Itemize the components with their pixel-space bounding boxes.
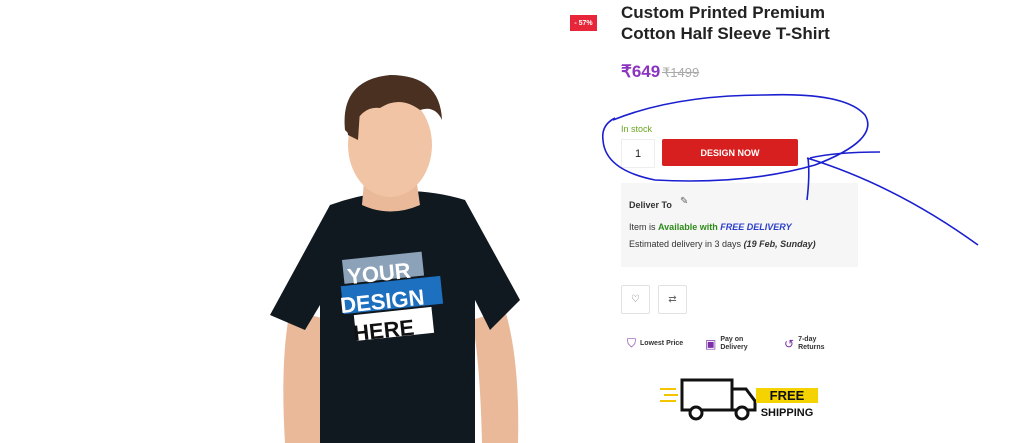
feature-label: Lowest Price	[640, 339, 684, 347]
heart-icon: ♡	[631, 294, 640, 305]
free-delivery-text: FREE DELIVERY	[720, 222, 792, 232]
product-title-line1: Custom Printed Premium	[621, 3, 826, 22]
wishlist-button[interactable]: ♡	[621, 285, 650, 314]
return-icon: ↺	[784, 337, 795, 351]
product-title-line2: Cotton Half Sleeve T-Shirt	[621, 24, 830, 43]
design-now-button[interactable]: DESIGN NOW	[662, 139, 798, 166]
quantity-input[interactable]: 1	[621, 139, 655, 168]
feature-label: Returns	[798, 344, 825, 351]
compare-button[interactable]: ⇄	[658, 285, 687, 314]
estimated-delivery: Estimated delivery in 3 days (19 Feb, Su…	[629, 239, 816, 249]
truck-icon	[660, 378, 757, 421]
current-price: ₹649	[621, 62, 661, 81]
feature-lowest-price: ⛉ Lowest Price	[627, 336, 683, 351]
edit-pencil-icon[interactable]: ✎	[680, 196, 688, 207]
feature-pay-on-delivery: ▣ Pay on Delivery	[705, 336, 748, 352]
product-image: YOUR DESIGN HERE	[270, 75, 520, 443]
availability-line: Item is Available with FREE DELIVERY	[629, 222, 792, 232]
discount-badge: - 57%	[570, 15, 597, 31]
feature-label: Pay on	[720, 336, 744, 343]
free-text: FREE	[770, 388, 805, 403]
tag-icon: ⛉	[627, 336, 637, 350]
shuffle-icon: ⇄	[668, 294, 677, 305]
estimate-prefix: Estimated delivery in 3 days	[629, 239, 744, 249]
feature-returns: ↺ 7-day Returns	[784, 336, 825, 352]
estimate-date: (19 Feb, Sunday)	[743, 239, 816, 249]
feature-label: 7-day	[798, 336, 817, 343]
availability-prefix: Item is	[629, 222, 659, 232]
deliver-to-label: Deliver To	[629, 200, 672, 210]
stock-status: In stock	[621, 124, 653, 134]
free-shipping-banner: FREE SHIPPING	[660, 378, 818, 421]
cash-icon: ▣	[705, 337, 717, 351]
feature-label: Delivery	[720, 344, 748, 351]
product-title: Custom Printed Premium Cotton Half Sleev…	[621, 2, 861, 44]
availability-status: Available with	[658, 222, 718, 232]
old-price: ₹1499	[662, 65, 700, 80]
shipping-text: SHIPPING	[761, 407, 814, 419]
